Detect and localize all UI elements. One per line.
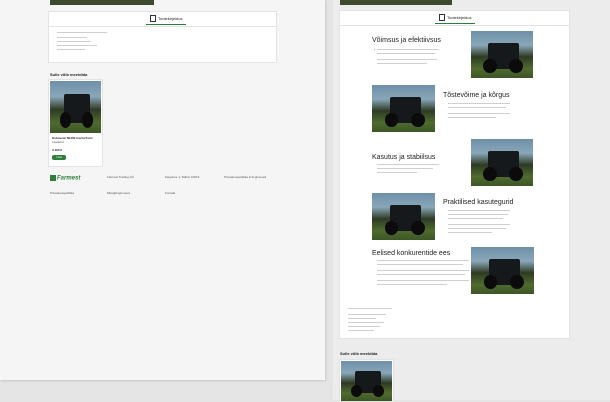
text-line: [377, 49, 439, 50]
section-image: [372, 193, 435, 240]
text-line: [377, 284, 447, 285]
related-title: Sulle võib meeldida: [50, 72, 88, 77]
text-line: [377, 63, 427, 64]
add-to-cart-button[interactable]: Lisa: [52, 155, 66, 160]
text-line: [448, 103, 510, 104]
footer-logo-text: Farmest: [57, 175, 81, 182]
text-line: [348, 322, 384, 323]
section-image: [471, 31, 533, 78]
tab-label: Tootekirjeldus: [447, 15, 472, 20]
text-line: [377, 164, 439, 165]
text-line: [348, 318, 376, 319]
text-line: [57, 41, 91, 42]
left-product-page: Tootekirjeldus Sulle võib meeldida Kobus…: [0, 0, 325, 380]
text-line: [377, 168, 433, 169]
text-line: [377, 270, 469, 271]
text-line: [448, 224, 510, 225]
text-line: [448, 117, 496, 118]
tab-description[interactable]: Tootekirjeldus: [146, 14, 187, 25]
text-line: [57, 37, 87, 38]
text-line: [377, 280, 469, 281]
tab-bar: Tootekirjeldus: [49, 12, 276, 27]
text-line: [348, 308, 392, 309]
text-line: [57, 45, 97, 46]
text-line: [448, 210, 510, 211]
document-icon: [150, 15, 156, 23]
text-line: [348, 330, 374, 331]
leaf-icon: [50, 175, 56, 181]
section-title: Tõstevõime ja kõrgus: [443, 92, 510, 99]
product-card[interactable]: Kobuscat 7B400 tractorfront Laadurid 3 4…: [48, 79, 103, 167]
section-title: Eelised konkurentide ees: [372, 250, 451, 257]
footer-logo[interactable]: Farmest: [50, 175, 80, 182]
text-line: [57, 32, 107, 33]
tab-bar: Tootekirjeldus: [340, 11, 569, 26]
footer-address: Kaupluse 1, Tallinn 10619: [165, 175, 200, 179]
text-line: [348, 326, 380, 327]
text-line: [377, 59, 437, 60]
text-line: [448, 107, 506, 108]
text-line: [448, 214, 508, 215]
text-line: [348, 314, 386, 315]
section-title: Kasutus ja stabiilsus: [372, 154, 436, 161]
section-image: [471, 139, 533, 186]
text-line: [448, 218, 503, 219]
product-image: [341, 361, 392, 401]
text-line: [448, 113, 510, 114]
text-line: [377, 172, 417, 173]
footer-company: Farmest Trading OÜ: [107, 175, 135, 179]
related-title: Sulle võib meeldida: [340, 351, 378, 356]
product-category: Laadurid: [52, 140, 64, 144]
text-line: [377, 274, 465, 275]
text-line: [377, 264, 463, 265]
footer-link-terms[interactable]: Müügitingimused: [107, 191, 130, 195]
tab-label: Tootekirjeldus: [158, 16, 183, 21]
text-line: [377, 53, 435, 54]
footer-policy: Privaatsuspoliitika & tingimused: [224, 175, 267, 179]
hero-image: [340, 0, 452, 5]
product-card[interactable]: [339, 359, 394, 402]
section-image: [372, 85, 435, 132]
section-title: Praktilised kasutegurid: [443, 199, 514, 206]
section-image: [471, 247, 534, 294]
text-line: [57, 49, 85, 50]
document-icon: [439, 14, 445, 22]
text-line: [377, 260, 469, 261]
footer-link-privacy[interactable]: Privaatsuspoliitika: [50, 191, 74, 195]
section-title: Võimsus ja efektiivsus: [372, 37, 441, 44]
text-line: [448, 232, 492, 233]
product-image: [50, 81, 101, 133]
product-price: 3 490 €: [52, 148, 63, 152]
description-card: Tootekirjeldus Võimsus ja efektiivsus Tõ…: [339, 10, 570, 339]
hero-image: [50, 0, 154, 5]
tab-description[interactable]: Tootekirjeldus: [435, 13, 476, 24]
text-line: [448, 228, 506, 229]
description-card: Tootekirjeldus: [48, 11, 277, 63]
right-product-page: Tootekirjeldus Võimsus ja efektiivsus Tõ…: [333, 0, 610, 402]
footer-link-contact[interactable]: Kontakt: [165, 191, 175, 195]
